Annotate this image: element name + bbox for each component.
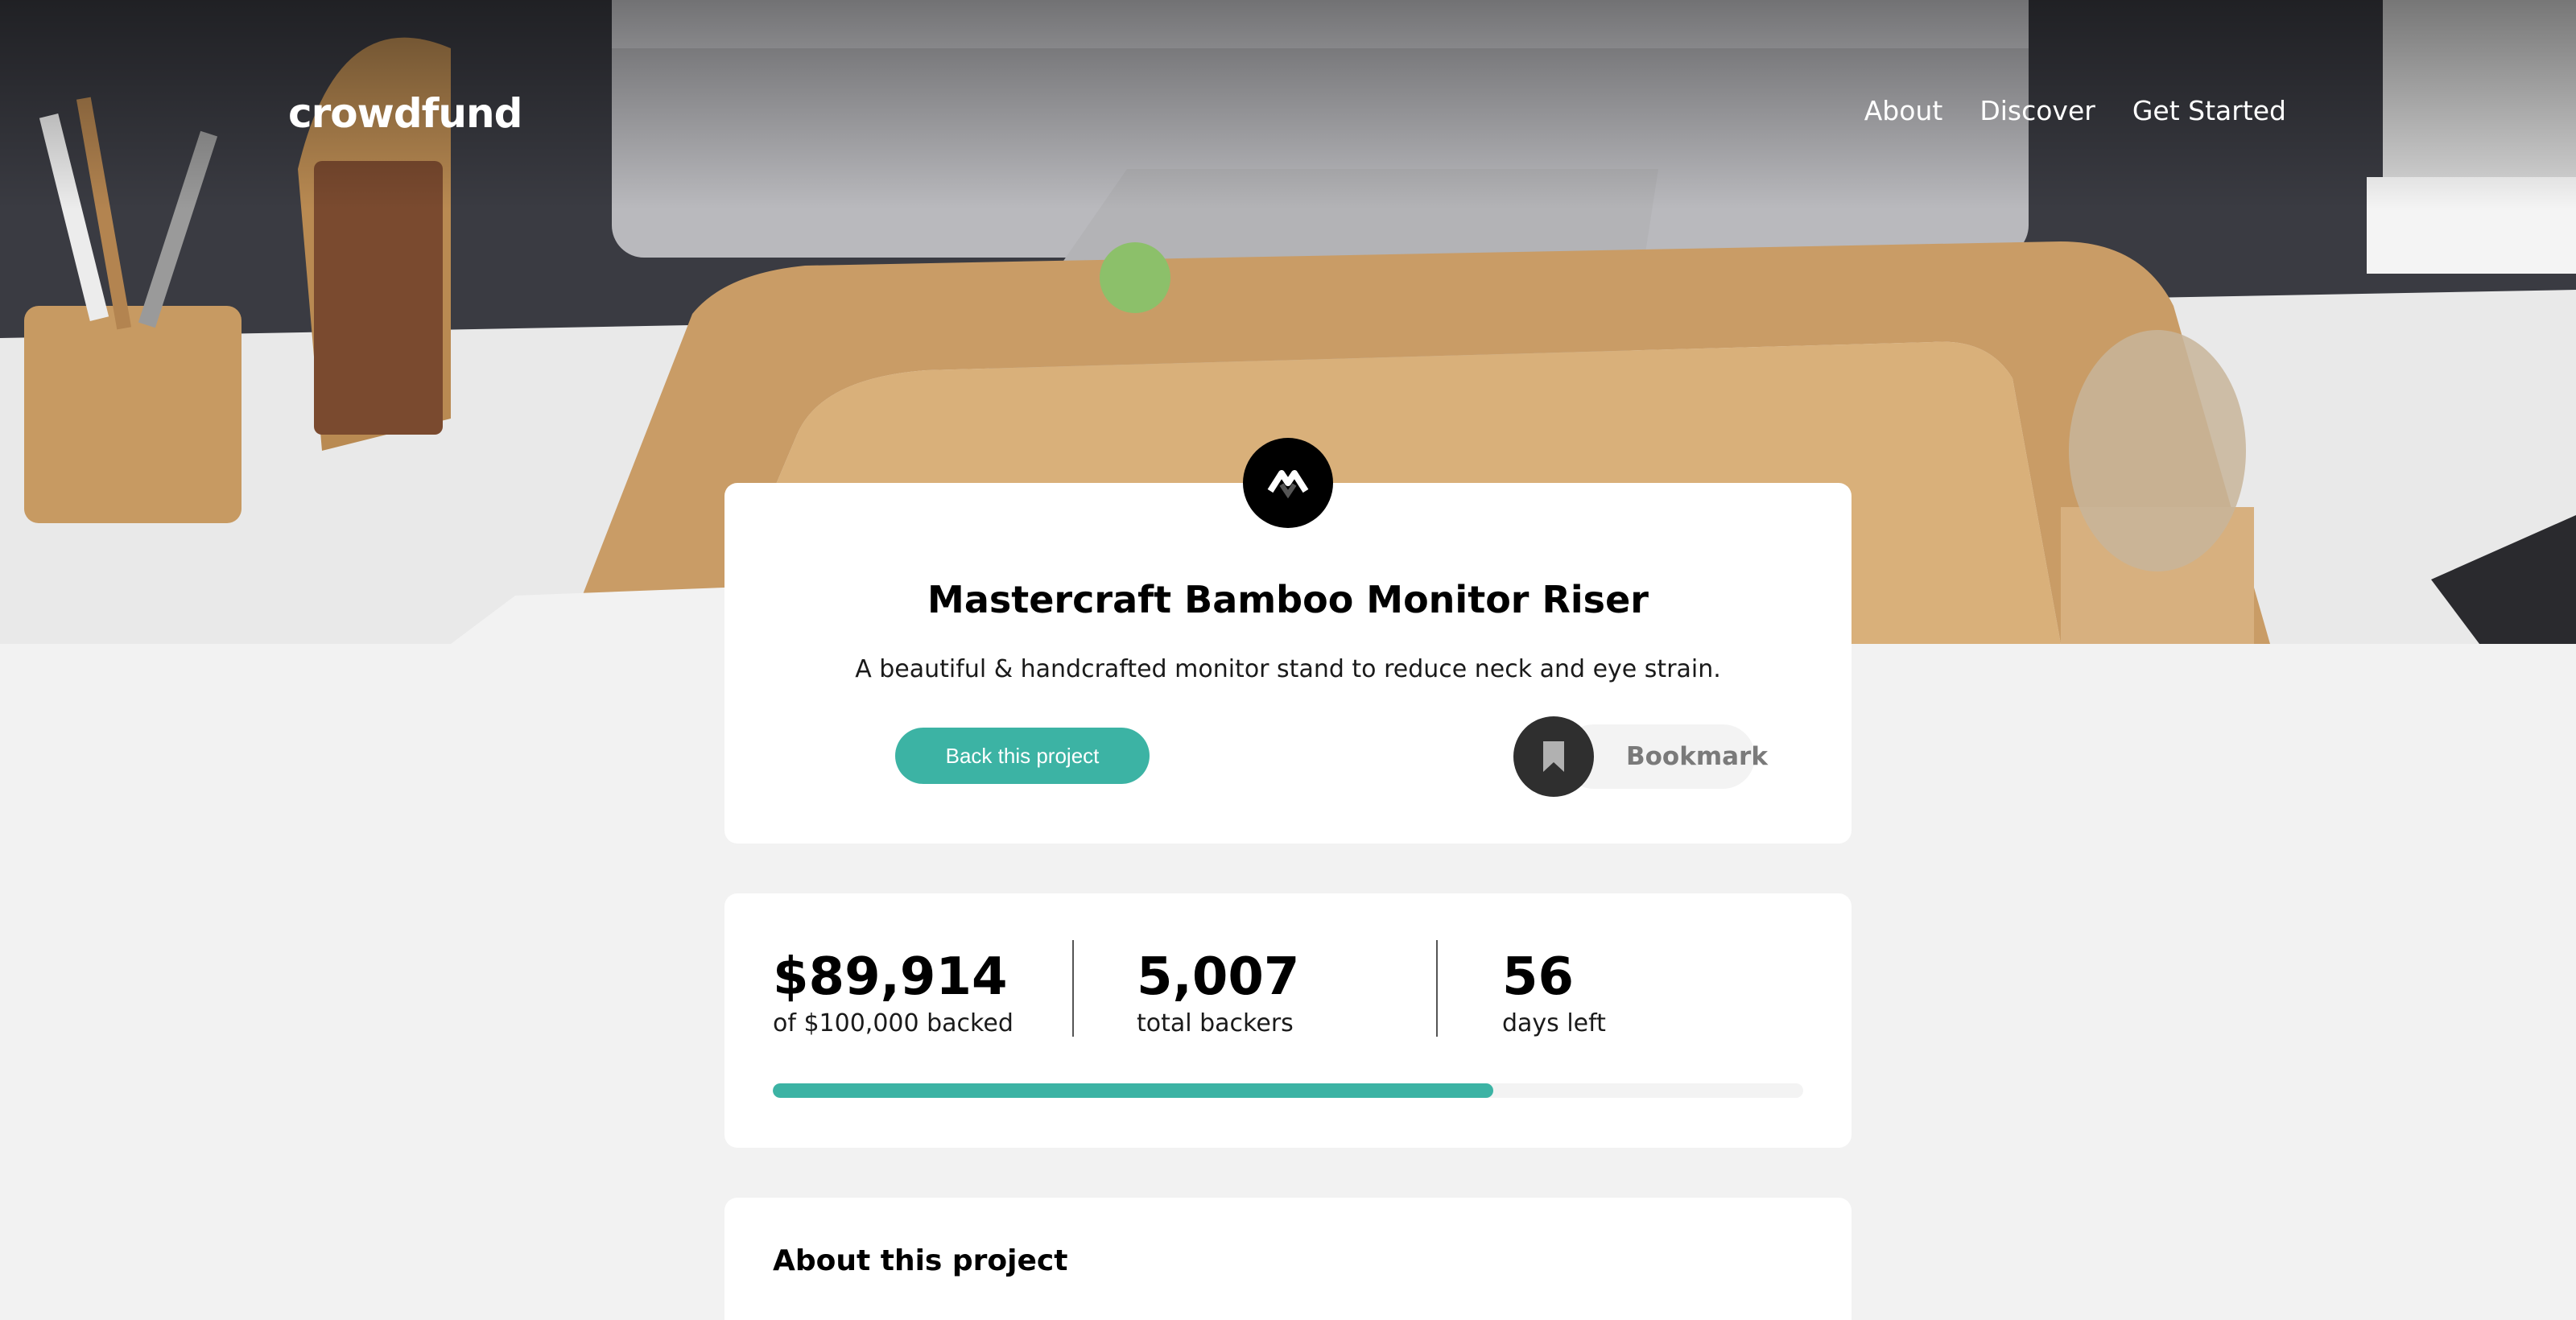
nav-get-started[interactable]: Get Started	[2132, 95, 2286, 126]
backed-amount: $89,914	[773, 947, 1008, 1007]
about-card: About this project	[724, 1198, 1852, 1320]
project-description: A beautiful & handcrafted monitor stand …	[855, 655, 1721, 683]
funding-progress-bar	[773, 1083, 1803, 1098]
backers-count: 5,007	[1137, 947, 1300, 1007]
main-nav: About Discover Get Started	[1864, 95, 2286, 126]
project-title: Mastercraft Bamboo Monitor Riser	[927, 578, 1649, 621]
stat-days: 56 days left	[1502, 947, 1606, 1037]
bookmark-button[interactable]: Bookmark	[1513, 716, 1768, 797]
nav-discover[interactable]: Discover	[1979, 95, 2095, 126]
stat-backers: 5,007 total backers	[1137, 947, 1299, 1037]
stat-backed: $89,914 of $100,000 backed	[773, 947, 1013, 1037]
bookmark-icon	[1513, 716, 1594, 797]
stats-card: $89,914 of $100,000 backed 5,007 total b…	[724, 893, 1852, 1148]
days-left: 56	[1502, 947, 1575, 1007]
about-title: About this project	[773, 1244, 1068, 1277]
project-intro-card: Mastercraft Bamboo Monitor Riser A beaut…	[724, 483, 1852, 844]
stat-divider	[1072, 940, 1074, 1037]
back-project-button[interactable]: Back this project	[895, 728, 1150, 784]
days-label: days left	[1502, 1009, 1606, 1037]
nav-about[interactable]: About	[1864, 95, 1943, 126]
funding-progress-fill	[773, 1083, 1493, 1098]
backed-label: of $100,000 backed	[773, 1009, 1013, 1037]
mastercraft-logo-icon	[1243, 438, 1333, 528]
backers-label: total backers	[1137, 1009, 1294, 1037]
site-logo[interactable]: crowdfund	[288, 90, 522, 137]
stat-divider	[1436, 940, 1438, 1037]
bookmark-label: Bookmark	[1626, 742, 1768, 771]
